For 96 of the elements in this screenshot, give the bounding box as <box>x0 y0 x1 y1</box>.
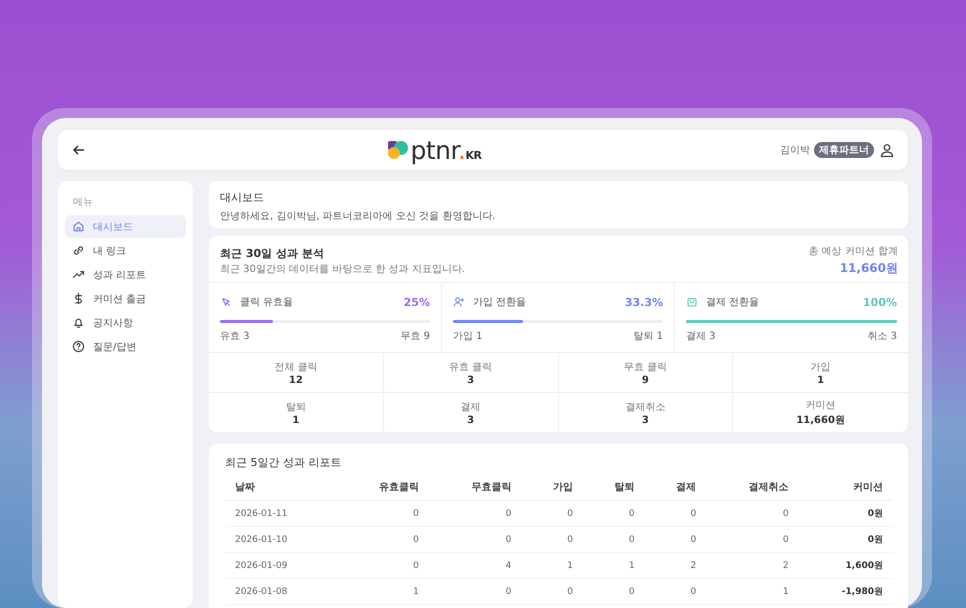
sidebar-item[interactable]: 공지사항 <box>65 311 186 334</box>
table-cell: 1 <box>336 578 429 604</box>
table-cell: 2 <box>706 552 799 578</box>
table-cell: 1,600원 <box>798 552 893 578</box>
metric-right-count: 취소 3 <box>867 330 897 343</box>
welcome-message: 안녕하세요, 김이박님, 파트너코리아에 오신 것을 환영합니다. <box>220 210 496 223</box>
metric-label: 결제 전환율 <box>706 296 760 309</box>
stat-value: 3 <box>467 374 474 386</box>
sidebar-item[interactable]: 내 링크 <box>65 239 186 262</box>
stat-value: 3 <box>642 414 649 426</box>
user-name: 김이박 <box>780 144 810 157</box>
trend-icon <box>72 268 85 281</box>
metric-label: 가입 전환율 <box>473 296 528 309</box>
column-header: 결제취소 <box>706 473 799 500</box>
bell-icon <box>72 316 85 329</box>
stat-label: 탈퇴 <box>286 400 306 414</box>
table-cell: 0 <box>644 578 706 604</box>
section-title: 최근 30일 성과 분석 <box>220 246 325 261</box>
home-icon <box>72 220 85 233</box>
report-title: 최근 5일간 성과 리포트 <box>225 455 342 470</box>
page-title: 대시보드 <box>220 190 265 205</box>
menu-heading: 메뉴 <box>72 196 94 210</box>
stat-value: 9 <box>642 374 649 386</box>
user-icon <box>880 143 894 157</box>
table-cell: 1 <box>582 552 645 578</box>
stat-label: 전체 클릭 <box>274 360 318 374</box>
metric-left-count: 가입 1 <box>453 330 483 343</box>
table-cell: 2026-01-10 <box>225 526 336 552</box>
column-header: 결제 <box>644 473 706 500</box>
column-header: 유효클릭 <box>336 473 429 500</box>
total-commission-label: 총 예상 커미션 합계 <box>808 245 898 258</box>
stat-value: 12 <box>288 374 303 386</box>
metric-right-count: 탈퇴 1 <box>633 330 663 343</box>
column-header: 커미션 <box>798 473 893 500</box>
table-cell: 0 <box>582 526 645 552</box>
table-cell: 0 <box>644 526 706 552</box>
partner-badge: 제휴파트너 <box>814 142 874 158</box>
question-icon <box>72 340 85 353</box>
table-cell: 0 <box>336 552 429 578</box>
table-cell: 0원 <box>798 500 893 526</box>
column-header: 무효클릭 <box>428 473 522 500</box>
metric-left-count: 결제 3 <box>686 330 716 343</box>
stat-value: 11,660원 <box>796 414 845 427</box>
table-cell: 0 <box>428 526 522 552</box>
stat-label: 커미션 <box>806 399 836 412</box>
stat-value: 1 <box>292 414 300 426</box>
total-commission-value: 11,660원 <box>838 260 898 277</box>
shopping-bag-icon <box>686 296 698 308</box>
stat-label: 유효 클릭 <box>449 360 492 374</box>
stat-label: 결제취소 <box>625 400 666 414</box>
metric-label: 클릭 유효율 <box>240 296 294 309</box>
stat-label: 가입 <box>810 360 831 374</box>
table-cell: 0 <box>521 500 583 526</box>
table-cell: 0 <box>644 500 706 526</box>
user-plus-icon <box>453 296 465 308</box>
sidebar-item[interactable]: 커미션 출금 <box>65 287 186 310</box>
table-cell: 2026-01-08 <box>225 578 336 604</box>
table-cell: 0 <box>706 526 799 552</box>
table-cell: 1 <box>706 578 799 604</box>
column-header: 날짜 <box>225 473 336 500</box>
sidebar-item[interactable]: 질문/답변 <box>65 335 186 358</box>
table-cell: 4 <box>428 552 522 578</box>
stat-label: 무효 클릭 <box>624 360 667 374</box>
sidebar-item[interactable]: 성과 리포트 <box>65 263 186 286</box>
metric-left-count: 유효 3 <box>220 330 250 343</box>
table-cell: 1 <box>521 552 583 578</box>
table-cell: 0 <box>582 578 645 604</box>
dollar-icon <box>72 292 85 305</box>
link-icon <box>72 244 85 257</box>
table-cell: 0 <box>706 500 799 526</box>
table-cell: 2026-01-09 <box>225 552 336 578</box>
column-header: 탈퇴 <box>582 473 645 500</box>
stat-label: 결제 <box>460 400 481 414</box>
table-cell: 0 <box>521 578 583 604</box>
logo-icon <box>386 140 409 160</box>
table-cell: 2 <box>644 552 706 578</box>
metric-value: 33.3% <box>624 296 663 308</box>
stat-value: 3 <box>467 414 474 426</box>
section-subtitle: 최근 30일간의 데이터를 바탕으로 한 성과 지표입니다. <box>220 263 465 276</box>
table-cell: 0 <box>582 500 645 526</box>
column-header: 가입 <box>521 473 583 500</box>
table-cell: 0 <box>336 526 429 552</box>
cursor-icon <box>220 296 232 308</box>
metric-value: 100% <box>863 296 897 308</box>
table-cell: 0원 <box>798 526 893 552</box>
table-cell: -1,980원 <box>798 578 893 604</box>
metric-right-count: 무효 9 <box>400 330 430 343</box>
back-arrow-icon <box>72 143 86 157</box>
metric-value: 25% <box>404 296 430 308</box>
table-cell: 0 <box>428 578 522 604</box>
table-cell: 0 <box>521 526 583 552</box>
logo-text: ptnr.KR <box>410 138 482 162</box>
table-cell: 0 <box>336 500 429 526</box>
table-cell: 0 <box>428 500 522 526</box>
stat-value: 1 <box>817 374 824 386</box>
table-cell: 2026-01-11 <box>225 500 336 526</box>
